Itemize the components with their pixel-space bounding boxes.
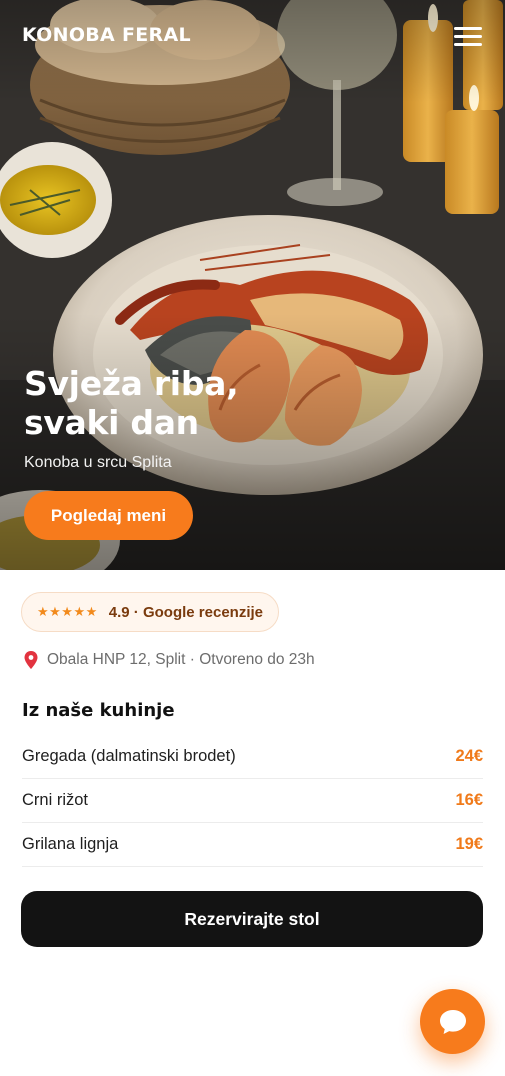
chat-button[interactable] xyxy=(420,989,485,1054)
menu-item-name: Grilana lignja xyxy=(22,835,119,853)
chat-bubble-icon xyxy=(439,1009,466,1034)
hero-title: Svježa riba, svaki dan xyxy=(24,364,324,442)
menu-item[interactable]: Grilana lignja 19€ xyxy=(22,823,483,867)
menu-item[interactable]: Gregada (dalmatinski brodet) 24€ xyxy=(22,735,483,779)
address-line[interactable]: Obala HNP 12, Split · Otvoreno do 23h xyxy=(24,651,315,669)
star-rating-icon: ★★★★★ xyxy=(37,604,98,619)
hero-subtitle: Konoba u srcu Splita xyxy=(24,454,172,471)
brand-logo[interactable]: KONOBA FERAL xyxy=(22,24,191,46)
hero-section: KONOBA FERAL Svježa riba, svaki dan Kono… xyxy=(0,0,505,570)
hero-title-line2: svaki dan xyxy=(24,403,199,442)
menu-item-price: 16€ xyxy=(455,791,483,809)
menu-item-price: 19€ xyxy=(455,835,483,853)
reserve-table-button[interactable]: Rezervirajte stol xyxy=(21,891,483,947)
menu-item-price: 24€ xyxy=(455,747,483,765)
rating-text: 4.9 · Google recenzije xyxy=(108,603,263,621)
view-menu-button[interactable]: Pogledaj meni xyxy=(24,491,193,540)
location-pin-icon xyxy=(24,651,38,669)
menu-list: Gregada (dalmatinski brodet) 24€ Crni ri… xyxy=(22,735,483,867)
menu-item-name: Gregada (dalmatinski brodet) xyxy=(22,747,236,765)
menu-item-name: Crni rižot xyxy=(22,791,89,809)
menu-item[interactable]: Crni rižot 16€ xyxy=(22,779,483,823)
hero-title-line1: Svježa riba, xyxy=(24,364,239,403)
rating-badge[interactable]: ★★★★★ 4.9 · Google recenzije xyxy=(21,592,279,632)
hamburger-menu-icon[interactable] xyxy=(452,24,484,50)
address-text: Obala HNP 12, Split · Otvoreno do 23h xyxy=(47,651,315,668)
menu-section-title: Iz naše kuhinje xyxy=(22,700,175,721)
hero-overlay xyxy=(0,0,505,570)
